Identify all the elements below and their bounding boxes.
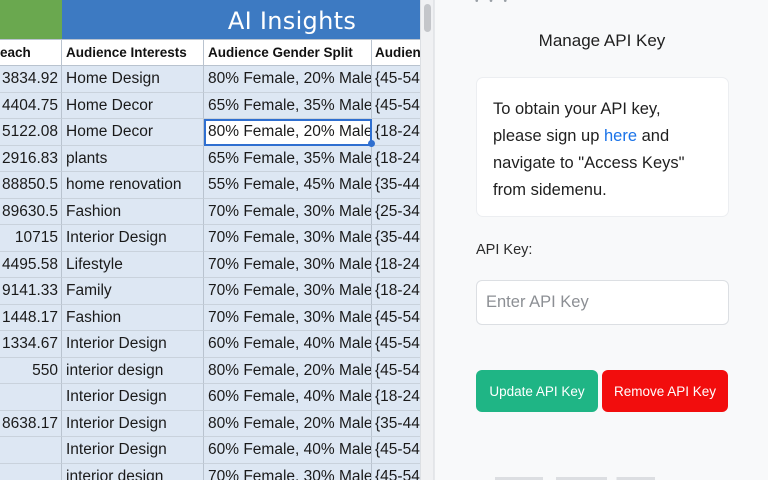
gender-split-cell[interactable]: 80% Female, 20% Male [204,357,372,384]
reach-cell[interactable]: 9141.33 [0,278,62,305]
vertical-scrollbar[interactable] [420,0,434,480]
gender-split-cell[interactable]: 55% Female, 45% Male [204,172,372,199]
gender-split-cell[interactable]: 65% Female, 35% Male [204,92,372,119]
interests-cell[interactable]: Fashion [62,198,204,225]
reach-cell[interactable] [0,384,62,411]
interests-cell[interactable]: Interior Design [62,384,204,411]
interests-cell[interactable]: Home Design [62,66,204,93]
age-cell[interactable]: {18-24 [372,145,420,172]
age-cell[interactable]: {35-44 [372,225,420,252]
remove-api-key-button[interactable]: Remove API Key [602,370,728,412]
panel-title: Manage API Key [538,31,666,50]
age-cell[interactable]: {45-54 [372,66,420,93]
age-cell[interactable]: {18-24 [372,384,420,411]
interests-cell[interactable]: Interior Design [62,331,204,358]
interests-cell[interactable]: interior design [62,463,204,480]
gender-split-cell[interactable]: 70% Female, 30% Male [204,198,372,225]
interests-cell[interactable]: Interior Design [62,437,204,464]
age-cell[interactable]: {45-54 [372,331,420,358]
header-audience-gender-split[interactable]: Audience Gender Split [204,40,372,66]
age-cell[interactable]: {18-24 [372,119,420,146]
reach-cell[interactable]: 4404.75 [0,92,62,119]
interests-cell[interactable]: home renovation [62,172,204,199]
interests-cell[interactable]: Home Decor [62,119,204,146]
reach-cell[interactable]: 1334.67 [0,331,62,358]
side-panel: • • • Manage API Key To obtain your API … [434,0,768,480]
api-info-box: To obtain your API key, please sign up h… [476,77,729,217]
reach-cell[interactable]: 5122.08 [0,119,62,146]
age-cell[interactable]: {45-54 [372,437,420,464]
age-cell[interactable]: {35-44 [372,172,420,199]
age-cell[interactable]: {45-54 [372,304,420,331]
age-cell[interactable]: {45-54 [372,92,420,119]
age-cell[interactable]: {35-44 [372,410,420,437]
gender-split-cell[interactable]: 70% Female, 30% Male [204,463,372,480]
gender-split-cell[interactable]: 65% Female, 35% Male [204,145,372,172]
reach-cell[interactable]: 1448.17 [0,304,62,331]
interests-cell[interactable]: Home Decor [62,92,204,119]
gender-split-cell[interactable]: 80% Female, 20% Male [204,410,372,437]
gender-split-cell[interactable]: 60% Female, 40% Male [204,437,372,464]
scrollbar-thumb[interactable] [424,4,431,32]
gender-split-cell[interactable]: 80% Female, 20% Male [204,119,372,146]
interests-cell[interactable]: Interior Design [62,410,204,437]
reach-cell[interactable]: 89630.5 [0,198,62,225]
gender-split-cell[interactable]: 70% Female, 30% Male [204,251,372,278]
reach-cell[interactable]: 3834.92 [0,66,62,93]
api-key-label: API Key: [476,242,533,258]
spreadsheet[interactable]: AI Insights each Audience Interests Audi… [0,0,420,480]
signup-link[interactable]: here [604,127,637,145]
age-cell[interactable]: {45-54 [372,357,420,384]
gender-split-cell[interactable]: 70% Female, 30% Male [204,304,372,331]
update-api-key-button[interactable]: Update API Key [476,370,598,412]
interests-cell[interactable]: Interior Design [62,225,204,252]
reach-cell[interactable]: 8638.17 [0,410,62,437]
age-cell[interactable]: {18-24 [372,251,420,278]
header-audience-interests[interactable]: Audience Interests [62,40,204,66]
reach-cell[interactable]: 550 [0,357,62,384]
age-cell[interactable]: {18-24 [372,278,420,305]
reach-cell[interactable]: 10715 [0,225,62,252]
reach-cell[interactable] [0,437,62,464]
reach-cell[interactable]: 4495.58 [0,251,62,278]
interests-cell[interactable]: plants [62,145,204,172]
sheet-title: AI Insights [227,7,357,35]
interests-cell[interactable]: interior design [62,357,204,384]
gender-split-cell[interactable]: 60% Female, 40% Male [204,331,372,358]
interests-cell[interactable]: Lifestyle [62,251,204,278]
cut-off-text [495,472,655,480]
top-dots-icon: • • • [475,0,512,7]
interests-cell[interactable]: Family [62,278,204,305]
reach-cell[interactable] [0,463,62,480]
age-cell[interactable]: {45-54 [372,463,420,480]
interests-cell[interactable]: Fashion [62,304,204,331]
api-key-input[interactable] [476,280,729,325]
gender-split-cell[interactable]: 60% Female, 40% Male [204,384,372,411]
age-cell[interactable]: {25-34 [372,198,420,225]
reach-cell[interactable]: 2916.83 [0,145,62,172]
banner-green-cell[interactable] [0,0,62,40]
header-reach[interactable]: each [0,40,62,66]
gender-split-cell[interactable]: 70% Female, 30% Male [204,278,372,305]
fill-handle[interactable] [368,140,375,147]
reach-cell[interactable]: 88850.5 [0,172,62,199]
gender-split-cell[interactable]: 80% Female, 20% Male [204,66,372,93]
header-audience-age[interactable]: Audien [372,40,420,66]
gender-split-cell[interactable]: 70% Female, 30% Male [204,225,372,252]
